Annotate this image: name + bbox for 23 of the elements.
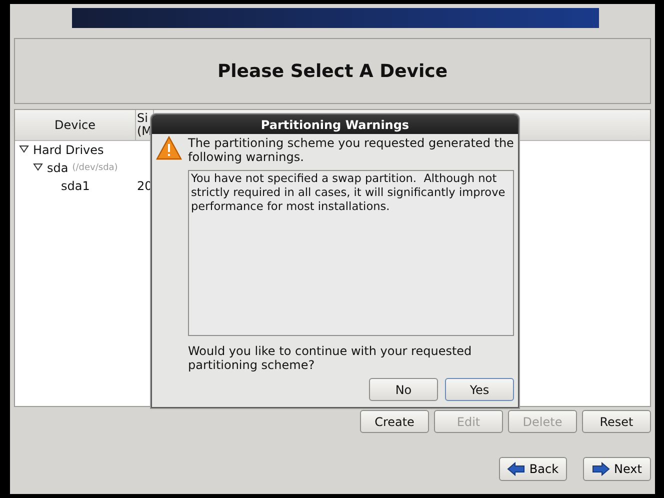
expander-down-icon[interactable] (33, 162, 43, 172)
dialog-button[interactable]: No (369, 378, 438, 401)
action-button[interactable]: Reset (582, 410, 651, 433)
button-label: Next (614, 462, 642, 476)
button-label: Back (529, 462, 559, 476)
device-name: sda1 (61, 179, 91, 193)
device-name: Hard Drives (33, 143, 104, 157)
device-name: sda (47, 161, 68, 175)
action-button[interactable]: Create (360, 410, 429, 433)
warning-icon (156, 136, 182, 160)
device-path: (/dev/sda) (72, 163, 118, 173)
warnings-text: You have not specified a swap partition. Although not strictly required in all cases, it will significantly improve performance for most installations. (188, 170, 514, 336)
dialog-question: Would you like to continue with your requested partitioning scheme? (188, 344, 473, 372)
expander-down-icon[interactable] (19, 144, 29, 154)
column-header[interactable]: Device (15, 110, 136, 140)
right-arrow-icon (592, 462, 610, 476)
dialog-title: Partitioning Warnings (152, 115, 518, 134)
dialog-button[interactable]: Yes (445, 378, 514, 401)
dialog-message: The partitioning scheme you requested generated the following warnings. (188, 136, 514, 164)
left-arrow-icon (507, 462, 526, 476)
back-button[interactable]: Back (499, 457, 567, 481)
next-button[interactable]: Next (583, 457, 651, 481)
page-title: Please Select A Device (217, 60, 448, 82)
